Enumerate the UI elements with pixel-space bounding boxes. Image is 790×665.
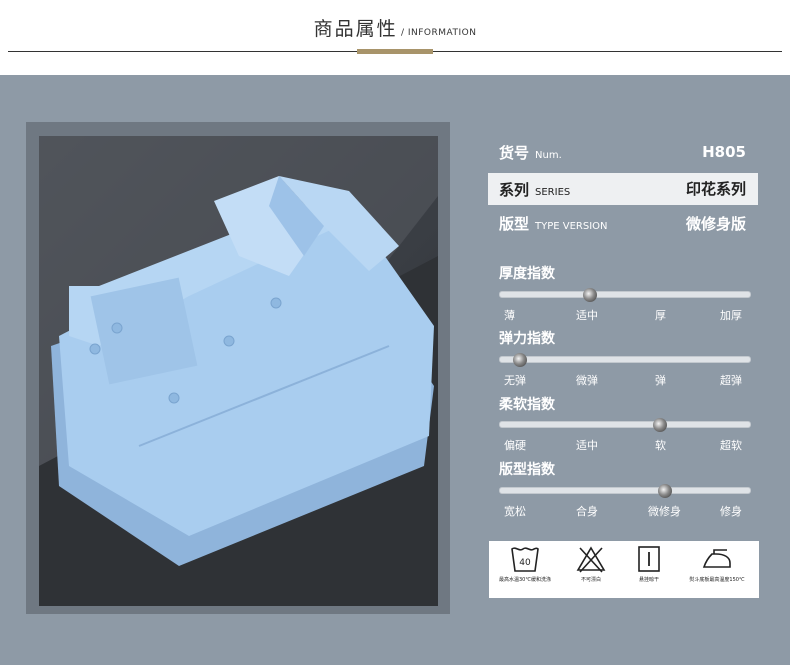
index-tick: 厚 xyxy=(655,309,666,322)
index-tick: 超弹 xyxy=(720,374,742,387)
care-caption: 不可漂白 xyxy=(580,577,601,583)
section-title: 商品属性 / INFORMATION xyxy=(0,14,790,41)
index-tick: 偏硬 xyxy=(504,439,526,452)
index-tick: 弹 xyxy=(655,374,666,387)
product-photo xyxy=(39,136,438,606)
index-tick: 适中 xyxy=(576,439,598,452)
slider-knob xyxy=(653,417,667,432)
info-label-type: 版型 TYPE VERSION xyxy=(499,215,608,233)
care-item-iron: 熨斗底板最高温度150℃ xyxy=(679,545,755,583)
index-slider xyxy=(499,483,751,498)
slider-knob xyxy=(658,483,672,498)
index-tick: 修身 xyxy=(720,505,742,518)
shirt-illustration xyxy=(39,136,438,606)
index-tick: 软 xyxy=(655,439,666,452)
index-tick: 宽松 xyxy=(504,505,526,518)
index-tick: 合身 xyxy=(576,505,598,518)
index-title: 弹力指数 xyxy=(499,331,555,347)
no-bleach-icon xyxy=(576,546,606,573)
info-value-series: 印花系列 xyxy=(685,180,746,198)
wash-40-icon: 40 xyxy=(511,547,539,572)
care-caption: 熨斗底板最高温度150℃ xyxy=(689,577,745,583)
index-tick: 超软 xyxy=(720,439,742,452)
slider-knob xyxy=(513,352,527,367)
iron-icon xyxy=(702,549,731,568)
info-value-num: H805 xyxy=(702,143,746,161)
index-title: 厚度指数 xyxy=(499,266,555,282)
hang-dry-icon xyxy=(638,546,660,572)
care-instructions: 40 最高水温30℃缓和洗涤 不可漂白 悬挂晾干 熨斗底板最高温度150℃ xyxy=(489,541,759,598)
index-tick: 加厚 xyxy=(720,309,742,322)
index-slider xyxy=(499,417,751,432)
care-item-dry: 悬挂晾干 xyxy=(625,545,673,583)
title-en: INFORMATION xyxy=(407,28,477,38)
info-label-num: 货号 Num. xyxy=(499,144,562,162)
index-tick: 微修身 xyxy=(648,505,681,518)
index-title: 柔软指数 xyxy=(499,397,555,413)
header-accent-bar xyxy=(357,49,433,54)
info-value-type: 微修身版 xyxy=(685,215,746,233)
header: 商品属性 / INFORMATION xyxy=(0,0,790,75)
info-label-series: 系列 SERIES xyxy=(499,181,571,199)
index-title: 版型指数 xyxy=(499,462,555,478)
index-tick: 微弹 xyxy=(576,374,598,387)
care-item-bleach: 不可漂白 xyxy=(567,545,615,583)
wash-temp-number: 40 xyxy=(519,558,531,568)
title-sep: / xyxy=(397,28,408,38)
index-slider xyxy=(499,352,751,367)
care-item-wash: 40 最高水温30℃缓和洗涤 xyxy=(493,545,557,583)
index-tick: 无弹 xyxy=(504,374,526,387)
slider-knob xyxy=(583,287,597,302)
index-slider xyxy=(499,287,751,302)
care-caption: 最高水温30℃缓和洗涤 xyxy=(499,577,551,583)
index-tick: 薄 xyxy=(504,309,515,322)
index-tick: 适中 xyxy=(576,309,598,322)
title-cn: 商品属性 xyxy=(313,18,398,40)
care-caption: 悬挂晾干 xyxy=(638,577,659,583)
series-row-highlight: 系列 SERIES 印花系列 xyxy=(488,173,758,205)
